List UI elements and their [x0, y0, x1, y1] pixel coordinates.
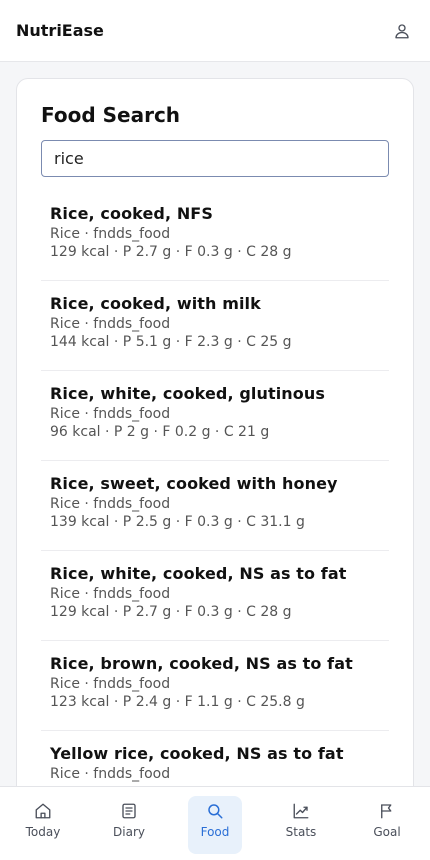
food-search-input[interactable] — [41, 140, 389, 177]
user-icon — [395, 23, 409, 38]
result-category: Rice · fndds_food — [50, 766, 171, 782]
home-icon — [35, 803, 51, 819]
result-item[interactable]: Rice, brown, cooked, NS as to fat Rice ·… — [41, 641, 389, 731]
app-title: NutriEase — [16, 21, 104, 40]
result-name: Rice, white, cooked, glutinous — [50, 384, 325, 403]
profile-button[interactable] — [390, 19, 414, 43]
result-item[interactable]: Rice, white, cooked, glutinous Rice · fn… — [41, 371, 389, 461]
nav-label: Diary — [113, 825, 145, 839]
notebook-icon — [122, 803, 136, 819]
result-item[interactable]: Rice, sweet, cooked with honey Rice · fn… — [41, 461, 389, 551]
result-macros: 129 kcal · P 2.7 g · F 0.3 g · C 28 g — [50, 244, 292, 260]
nav-today[interactable]: Today — [16, 796, 70, 854]
result-macros: 144 kcal · P 5.1 g · F 2.3 g · C 25 g — [50, 334, 292, 350]
result-category: Rice · fndds_food — [50, 676, 171, 692]
nav-goal[interactable]: Goal — [360, 796, 414, 854]
result-category: Rice · fndds_food — [50, 406, 171, 422]
result-name: Rice, white, cooked, NS as to fat — [50, 564, 347, 583]
app-header: NutriEase — [0, 0, 430, 62]
result-macros: 96 kcal · P 2 g · F 0.2 g · C 21 g — [50, 424, 270, 440]
result-name: Yellow rice, cooked, NS as to fat — [50, 744, 344, 763]
result-macros: 123 kcal · P 2.4 g · F 1.1 g · C 25.8 g — [50, 694, 305, 710]
nav-label: Goal — [373, 825, 401, 839]
result-category: Rice · fndds_food — [50, 496, 171, 512]
result-name: Rice, cooked, NFS — [50, 204, 213, 223]
trend-chart-icon — [293, 803, 309, 819]
result-item[interactable]: Rice, cooked, with milk Rice · fndds_foo… — [41, 281, 389, 371]
result-item[interactable]: Rice, white, cooked, NS as to fat Rice ·… — [41, 551, 389, 641]
nav-label: Today — [25, 825, 61, 839]
result-category: Rice · fndds_food — [50, 226, 171, 242]
result-macros: 139 kcal · P 2.5 g · F 0.3 g · C 31.1 g — [50, 514, 305, 530]
search-icon — [208, 804, 223, 819]
result-name: Rice, sweet, cooked with honey — [50, 474, 338, 493]
result-name: Rice, cooked, with milk — [50, 294, 261, 313]
food-search-card: Food Search Rice, cooked, NFS Rice · fnd… — [16, 78, 414, 818]
result-name: Rice, brown, cooked, NS as to fat — [50, 654, 353, 673]
flag-icon — [381, 804, 392, 819]
card-title: Food Search — [41, 103, 181, 127]
result-item[interactable]: Rice, cooked, NFS Rice · fndds_food 129 … — [41, 191, 389, 281]
result-category: Rice · fndds_food — [50, 586, 171, 602]
nav-label: Food — [200, 825, 230, 839]
nav-food[interactable]: Food — [188, 796, 242, 854]
results-list: Rice, cooked, NFS Rice · fndds_food 129 … — [41, 191, 389, 817]
result-category: Rice · fndds_food — [50, 316, 171, 332]
nav-stats[interactable]: Stats — [274, 796, 328, 854]
nav-diary[interactable]: Diary — [102, 796, 156, 854]
bottom-nav: Today Diary Food Stats Goal — [0, 786, 430, 860]
result-macros: 129 kcal · P 2.7 g · F 0.3 g · C 28 g — [50, 604, 292, 620]
nav-label: Stats — [285, 825, 317, 839]
